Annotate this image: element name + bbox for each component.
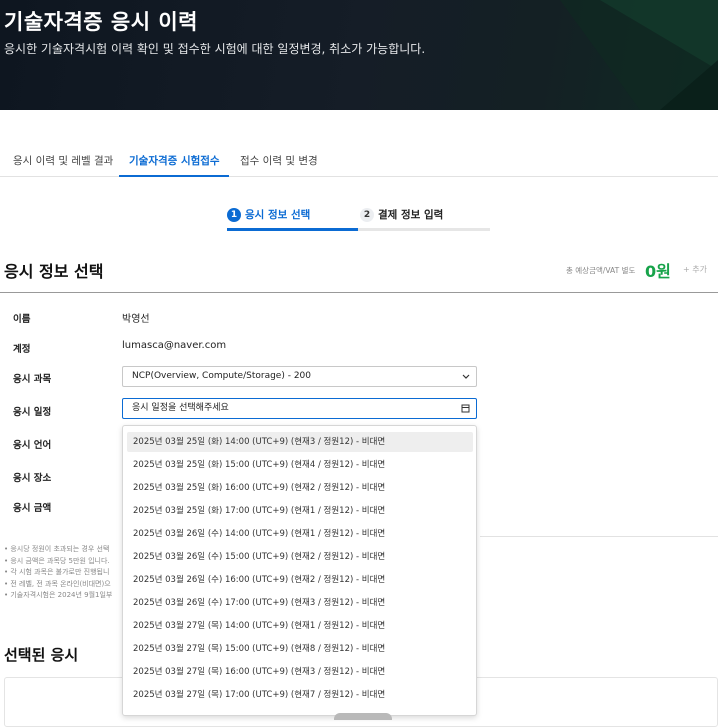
account-label: 계정: [13, 344, 31, 355]
account-value: lumasca@naver.com: [122, 340, 227, 351]
subject-select[interactable]: NCP(Overview, Compute/Storage) - 200: [122, 366, 477, 387]
bottom-handle[interactable]: [334, 713, 392, 720]
name-value: 박영선: [122, 314, 150, 325]
notice-item: • 전 레벨, 전 과목 온라인(비대면)으: [4, 579, 111, 588]
name-label: 이름: [13, 314, 31, 325]
step-progress-track: [358, 228, 490, 231]
total-label: 총 예상금액/VAT 별도: [566, 266, 636, 275]
header-banner: 기술자격증 응시 이력 응시한 기술자격시험 이력 확인 및 접수한 시험에 대…: [0, 0, 718, 110]
date-select[interactable]: 응시 일정을 선택해주세요: [122, 398, 477, 419]
schedule-option[interactable]: 2025년 03월 26일 (수) 14:00 (UTC+9) (현재1 / 정…: [127, 524, 473, 544]
schedule-option[interactable]: 2025년 03월 25일 (화) 15:00 (UTC+9) (현재4 / 정…: [127, 455, 473, 475]
notice-item: • 응시당 정원이 초과되는 경우 선택: [4, 545, 110, 553]
schedule-option[interactable]: 2025년 03월 27일 (목) 17:00 (UTC+9) (현재7 / 정…: [127, 685, 473, 705]
tab-registration-changes[interactable]: 접수 이력 및 변경: [240, 145, 318, 177]
fee-label: 응시 금액: [13, 503, 52, 514]
tab-history[interactable]: 응시 이력 및 레벨 결과: [13, 145, 113, 177]
chevron-down-icon: [462, 367, 470, 394]
form-divider: [480, 536, 718, 537]
notice-item: • 응시 금액은 과목당 5만원 입니다.: [4, 556, 110, 565]
page-description: 응시한 기술자격시험 이력 확인 및 접수한 시험에 대한 일정변경, 취소가 …: [4, 42, 426, 56]
page-title: 기술자격증 응시 이력: [4, 10, 199, 34]
section-title: 응시 정보 선택: [4, 262, 104, 281]
schedule-option[interactable]: 2025년 03월 25일 (화) 14:00 (UTC+9) (현재3 / 정…: [127, 432, 473, 452]
place-label: 응시 장소: [13, 473, 52, 484]
step-progress-active: [227, 228, 358, 231]
step-label: 결제 정보 입력: [378, 209, 444, 221]
subject-label: 응시 과목: [13, 374, 52, 385]
step-label: 응시 정보 선택: [245, 209, 311, 221]
step-number: 1: [227, 208, 241, 222]
schedule-option[interactable]: 2025년 03월 25일 (화) 17:00 (UTC+9) (현재1 / 정…: [127, 501, 473, 521]
schedule-option[interactable]: 2025년 03월 27일 (목) 15:00 (UTC+9) (현재8 / 정…: [127, 639, 473, 659]
date-select-placeholder: 응시 일정을 선택해주세요: [132, 403, 229, 413]
schedule-option[interactable]: 2025년 03월 27일 (목) 16:00 (UTC+9) (현재3 / 정…: [127, 662, 473, 682]
schedule-option[interactable]: 2025년 03월 26일 (수) 17:00 (UTC+9) (현재3 / 정…: [127, 593, 473, 613]
schedule-option[interactable]: 2025년 03월 26일 (수) 16:00 (UTC+9) (현재2 / 정…: [127, 570, 473, 590]
tab-bar: 응시 이력 및 레벨 결과 기술자격증 시험접수 접수 이력 및 변경: [0, 145, 718, 177]
date-label: 응시 일정: [13, 407, 52, 418]
schedule-option[interactable]: 2025년 03월 25일 (화) 16:00 (UTC+9) (현재2 / 정…: [127, 478, 473, 498]
selected-exam-title: 선택된 응시: [4, 646, 79, 664]
notice-list: • 응시당 정원이 초과되는 경우 선택 • 응시 금액은 과목당 5만원 입니…: [4, 544, 122, 602]
schedule-option[interactable]: 2025년 03월 27일 (목) 14:00 (UTC+9) (현재1 / 정…: [127, 616, 473, 636]
calendar-icon: [461, 399, 470, 426]
schedule-option[interactable]: 2025년 03월 26일 (수) 15:00 (UTC+9) (현재2 / 정…: [127, 547, 473, 567]
tab-exam-registration[interactable]: 기술자격증 시험접수: [119, 145, 229, 177]
add-button[interactable]: + 추가: [683, 264, 707, 275]
notice-item: • 기술자격시험은 2024년 9월1일부: [4, 591, 113, 599]
total-value: 0원: [645, 262, 671, 281]
section-divider: [0, 292, 718, 293]
subject-select-value: NCP(Overview, Compute/Storage) - 200: [132, 371, 311, 381]
step-number: 2: [360, 208, 374, 222]
language-label: 응시 언어: [13, 440, 52, 451]
schedule-dropdown: 2025년 03월 25일 (화) 14:00 (UTC+9) (현재3 / 정…: [122, 425, 477, 716]
notice-item: • 각 시험 과목은 불가로만 진행됩니: [4, 568, 110, 576]
